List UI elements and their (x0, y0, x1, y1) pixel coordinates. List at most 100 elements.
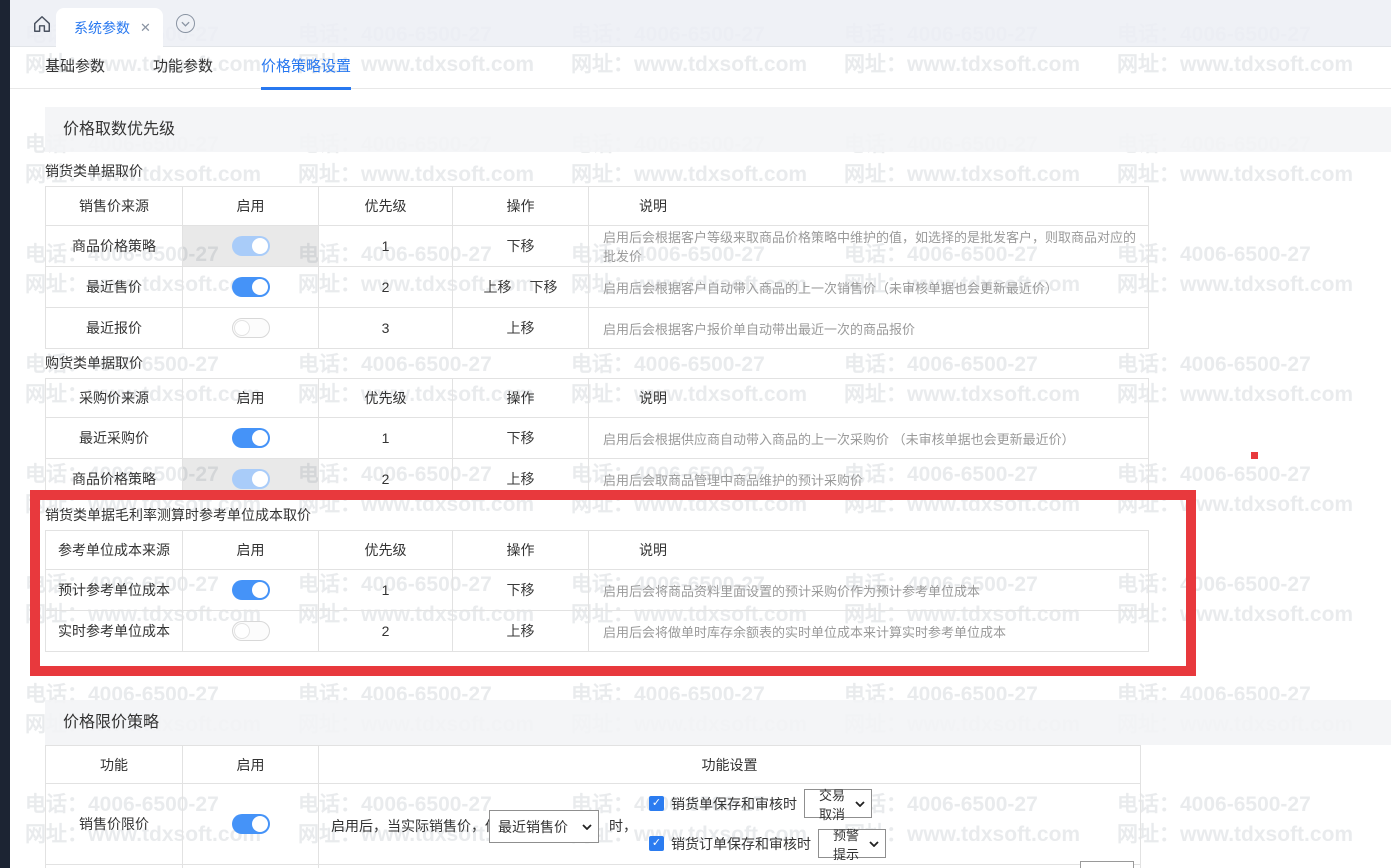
chevron-down-icon (582, 824, 592, 830)
toggle-switch[interactable] (232, 580, 270, 600)
table-row: 商品价格策略 1 下移 启用后会根据客户等级来取商品价格策略中维护的值，如选择的是批发… (46, 226, 1149, 267)
column-header: 启用 (183, 379, 319, 418)
section-title-price-limit: 价格限价策略 (45, 700, 1391, 745)
sales-document-pricing-table: 销货类单据取价销售价来源启用优先级操作说明商品价格策略1下移启用后会根据客户等级… (45, 162, 1149, 349)
row-description: 启用后会根据客户自动带入商品的上一次销售价（未审核单据也会更新最近价） (589, 267, 1149, 308)
priority-value: 1 (319, 226, 453, 267)
column-header: 启用 (183, 531, 319, 570)
tab-list-dropdown-button[interactable] (176, 14, 195, 33)
price-limit-table: 功能 启用 功能设置 销售价限价 启用后，当实际销售价，低于 最 (45, 745, 1141, 868)
feature-name: 销售价限价 (46, 784, 183, 865)
toggle-switch[interactable] (232, 236, 270, 256)
price-basis-select[interactable]: 最近销售价 (489, 810, 599, 843)
reference-unit-cost-pricing-table: 销货类单据毛利率测算时参考单位成本取价参考单位成本来源启用优先级操作说明预计参考… (45, 506, 1149, 652)
move-down-link[interactable]: 下移 (530, 279, 558, 295)
row-description: 启用后会根据供应商自动带入商品的上一次采购价 （未审核单据也会更新最近价） (589, 418, 1149, 459)
price-source-label: 商品价格策略 (46, 459, 183, 500)
toggle-switch[interactable] (232, 318, 270, 338)
toggle-switch[interactable] (232, 621, 270, 641)
row-description: 启用后会将做单时库存余额表的实时单位成本来计算实时参考单位成本 (589, 611, 1149, 652)
column-header: 说明 (589, 187, 1149, 226)
tab-basic-parameters[interactable]: 基础参数 (45, 47, 105, 89)
column-header-enable: 启用 (183, 746, 319, 784)
table-group-label: 销货类单据取价 (45, 162, 1149, 186)
sales-slip-label: 销货单保存和审核时 (671, 794, 797, 814)
priority-value: 3 (319, 308, 453, 349)
home-button[interactable] (30, 12, 54, 36)
column-header: 说明 (589, 379, 1149, 418)
sales-order-checkbox[interactable]: ✓ (649, 836, 664, 851)
move-up-link[interactable]: 上移 (507, 471, 535, 487)
sales-order-label: 销货订单保存和审核时 (671, 834, 811, 854)
column-header: 采购价来源 (46, 379, 183, 418)
sales-order-option-row: ✓ 销货订单保存和审核时 预警提示 (649, 829, 886, 858)
tab-function-parameters[interactable]: 功能参数 (153, 47, 213, 89)
tab-price-strategy-settings[interactable]: 价格策略设置 (261, 47, 351, 89)
section-title-price-priority: 价格取数优先级 (45, 107, 1391, 152)
row-description: 启用后会根据客户等级来取商品价格策略中维护的值，如选择的是批发客户，则取商品对应… (589, 226, 1149, 267)
price-source-label: 商品价格策略 (46, 226, 183, 267)
purchase-document-pricing-table: 购货类单据取价采购价来源启用优先级操作说明最近采购价1下移启用后会根据供应商自动… (45, 354, 1149, 500)
price-basis-value: 最近销售价 (498, 817, 568, 837)
limit-rule-pre-text: 启用后，当实际销售价，低于 (331, 816, 513, 836)
column-header-feature-settings: 功能设置 (319, 746, 1141, 784)
table-row: 商品价格策略 2 上移 启用后会取商品管理中商品维护的预计采购价 (46, 459, 1149, 500)
row-description: 启用后会将商品资料里面设置的预计采购价作为预计参考单位成本 (589, 570, 1149, 611)
priority-value: 2 (319, 459, 453, 500)
close-icon[interactable]: ✕ (140, 20, 151, 36)
chevron-down-icon (181, 21, 190, 27)
column-header: 优先级 (319, 379, 453, 418)
table-row: 最近报价3上移启用后会根据客户报价单自动带出最近一次的商品报价 (46, 308, 1149, 349)
move-down-link[interactable]: 下移 (507, 582, 535, 598)
table-row: 实时参考单位成本 2 上移 启用后会将做单时库存余额表的实时单位成本来计算实时参考单位… (46, 611, 1149, 652)
column-header: 启用 (183, 187, 319, 226)
move-down-link[interactable]: 下移 (507, 430, 535, 446)
row-description: 启用后会根据客户报价单自动带出最近一次的商品报价 (589, 308, 1149, 349)
column-header: 操作 (453, 379, 589, 418)
move-up-link[interactable]: 上移 (507, 623, 535, 639)
column-header: 优先级 (319, 531, 453, 570)
left-sidebar-strip (0, 0, 10, 868)
price-source-label: 预计参考单位成本 (46, 570, 183, 611)
row-description: 启用后会取商品管理中商品维护的预计采购价 (589, 459, 1149, 500)
move-up-link[interactable]: 上移 (484, 279, 512, 295)
toggle-switch[interactable] (232, 277, 270, 297)
table-row: 预计参考单位成本 1 下移 启用后会将商品资料里面设置的预计采购价作为预计参考单位成本 (46, 570, 1149, 611)
price-source-label: 最近售价 (46, 267, 183, 308)
home-icon (32, 14, 52, 34)
move-down-link[interactable]: 下移 (507, 238, 535, 254)
chevron-down-icon (855, 801, 865, 807)
table-row: 最近采购价1下移启用后会根据供应商自动带入商品的上一次采购价 （未审核单据也会更… (46, 418, 1149, 459)
parameter-tabs: 基础参数 功能参数 价格策略设置 (10, 47, 1391, 89)
column-header: 说明 (589, 531, 1149, 570)
table-row-partial (46, 865, 1141, 868)
toggle-switch[interactable] (232, 469, 270, 489)
price-source-label: 实时参考单位成本 (46, 611, 183, 652)
sales-slip-option-row: ✓ 销货单保存和审核时 交易取消 (649, 789, 886, 818)
priority-value: 2 (319, 267, 453, 308)
sales-price-limit-toggle[interactable] (232, 814, 270, 834)
sales-slip-checkbox[interactable]: ✓ (649, 796, 664, 811)
column-header-feature: 功能 (46, 746, 183, 784)
column-header: 参考单位成本来源 (46, 531, 183, 570)
column-header: 优先级 (319, 187, 453, 226)
column-header: 销售价来源 (46, 187, 183, 226)
toggle-switch[interactable] (232, 428, 270, 448)
table-row: 最近售价 2 上移 下移 启用后会根据客户自动带入商品的上一次销售价（未审核单据也会更新… (46, 267, 1149, 308)
chevron-down-icon (869, 841, 879, 847)
sales-order-action-value: 预警提示 (827, 825, 865, 863)
red-dot-marker (1251, 452, 1258, 459)
limit-action-options: ✓ 销货单保存和审核时 交易取消 (649, 789, 886, 858)
priority-value: 1 (319, 570, 453, 611)
priority-value: 2 (319, 611, 453, 652)
tab-title: 系统参数 (74, 18, 130, 38)
partial-select[interactable] (1080, 861, 1134, 868)
move-up-link[interactable]: 上移 (507, 320, 535, 336)
sales-slip-action-value: 交易取消 (813, 785, 851, 823)
table-group-label: 购货类单据取价 (45, 354, 1149, 378)
table-group-label: 销货类单据毛利率测算时参考单位成本取价 (45, 506, 1149, 530)
sales-slip-action-select[interactable]: 交易取消 (804, 789, 872, 818)
system-parameters-page: 电话：4006-6500-27网址：www.tdxsoft.com电话：4006… (0, 0, 1391, 868)
tab-system-parameters[interactable]: 系统参数 ✕ (56, 8, 163, 47)
sales-order-action-select[interactable]: 预警提示 (818, 829, 886, 858)
